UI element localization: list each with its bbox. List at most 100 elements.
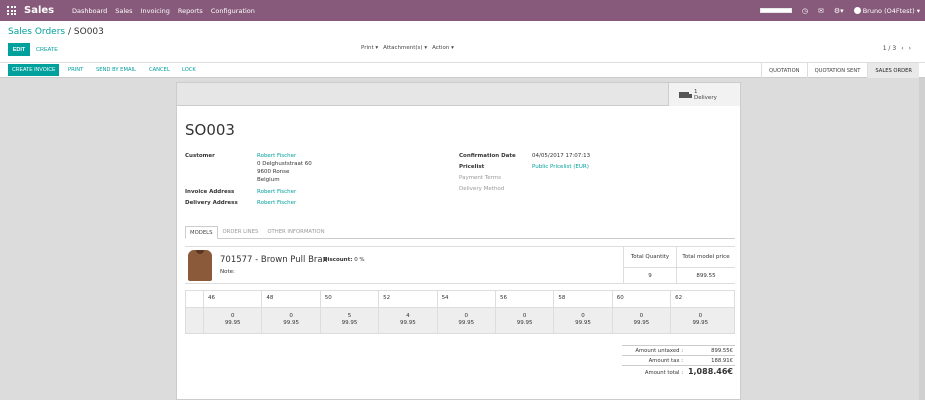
print-button[interactable]: PRINT — [68, 64, 83, 76]
total-quantity-value: 9 — [623, 267, 676, 284]
pager-next-icon[interactable]: › — [909, 45, 911, 52]
size-corner-cell — [186, 291, 204, 307]
stage-quotation[interactable]: QUOTATION — [761, 63, 807, 78]
send-by-email-button[interactable]: SEND BY EMAIL — [96, 64, 136, 76]
pricelist-value[interactable]: Public Pricelist (EUR) — [532, 163, 589, 171]
breadcrumb-separator: / — [67, 27, 72, 37]
pager-previous-icon[interactable]: ‹ — [901, 45, 903, 52]
user-menu[interactable]: Bruno (O4Ftest) ▾ — [853, 6, 920, 15]
size-price: 99.95 — [692, 320, 709, 326]
size-cell[interactable]: 0 99.95 — [438, 308, 496, 333]
menu-invoicing[interactable]: Invoicing — [141, 7, 170, 15]
size-price: 99.95 — [575, 320, 591, 326]
size-price: 99.95 — [283, 320, 299, 326]
settings-icon[interactable]: ⚙▾ — [834, 7, 844, 15]
size-header-row: 46 48 50 52 54 56 58 60 62 — [186, 291, 734, 307]
chat-icon[interactable]: ✉ — [818, 7, 824, 15]
avatar — [853, 7, 861, 14]
amount-untaxed-value: 899.55€ — [711, 348, 733, 354]
cancel-button[interactable]: CANCEL — [149, 64, 170, 76]
total-model-price-header: Total model price — [676, 247, 735, 267]
delivery-address-value[interactable]: Robert Fischer — [257, 199, 296, 207]
size-price: 99.95 — [399, 320, 416, 326]
print-dropdown[interactable]: Print ▾ — [361, 45, 378, 51]
user-name: Bruno (O4Ftest) — [862, 6, 915, 15]
product-row: 701577 - Brown Pull Brax Discount: 0 % N… — [185, 246, 735, 284]
size-price: 99.95 — [458, 320, 475, 326]
action-dropdown[interactable]: Action ▾ — [432, 45, 454, 51]
stage-quotation-sent[interactable]: QUOTATION SENT — [806, 63, 868, 78]
size-qty: 0 — [581, 313, 585, 319]
payment-terms-label: Payment Terms — [459, 175, 502, 181]
navbar-systray: ◷ ✉ ⚙▾ Bruno (O4Ftest) ▾ — [750, 0, 920, 21]
menu-sales[interactable]: Sales — [115, 7, 132, 15]
sidebar-dropdowns: Print ▾ Attachment(s) ▾ Action ▾ — [361, 45, 459, 51]
size-header: 46 — [204, 291, 263, 307]
breadcrumb-sales-orders[interactable]: Sales Orders — [8, 27, 65, 37]
invoice-address-value[interactable]: Robert Fischer — [257, 188, 296, 196]
amount-total-label: Amount total : — [644, 370, 683, 376]
amount-tax-label: Amount tax : — [648, 358, 683, 364]
delivery-method-label: Delivery Method — [459, 186, 505, 192]
delivery-address-label: Delivery Address — [185, 200, 238, 206]
size-cell[interactable]: 0 99.95 — [262, 308, 321, 333]
tab-other-information[interactable]: OTHER INFORMATION — [263, 226, 329, 239]
edit-button[interactable]: EDIT — [8, 43, 30, 56]
customer-name[interactable]: Robert Fischer — [257, 152, 312, 160]
order-totals: Amount untaxed : 899.55€ Amount tax : 18… — [622, 345, 735, 378]
size-qty: 0 — [639, 313, 644, 319]
size-cell[interactable]: 5 99.95 — [321, 308, 380, 333]
tab-order-lines[interactable]: ORDER LINES — [218, 226, 263, 239]
clock-icon[interactable]: ◷ — [802, 7, 808, 15]
delivery-smart-button[interactable]: 1 Delivery — [668, 83, 740, 106]
order-title: SO003 — [185, 121, 235, 139]
size-qty: 0 — [464, 313, 469, 319]
size-cell[interactable]: 0 99.95 — [613, 308, 672, 333]
customer-label: Customer — [185, 153, 215, 159]
amount-tax-value: 188.91€ — [711, 358, 733, 364]
size-header: 48 — [262, 291, 321, 307]
breadcrumb-current: SO003 — [73, 27, 104, 37]
size-header: 56 — [496, 291, 555, 307]
size-header: 52 — [379, 291, 438, 307]
size-qty: 4 — [406, 313, 410, 319]
truck-icon — [679, 91, 692, 98]
menu-configuration[interactable]: Configuration — [211, 7, 255, 15]
customer-address-line1: 0 Delghuststraat 60 — [257, 161, 312, 167]
attachments-dropdown[interactable]: Attachment(s) ▾ — [383, 45, 427, 51]
pager-value[interactable]: 1 / 3 — [883, 45, 896, 52]
lock-button[interactable]: LOCK — [182, 64, 196, 76]
discount-value: 0 % — [354, 257, 365, 263]
create-invoice-button[interactable]: CREATE INVOICE — [8, 64, 60, 76]
size-cell[interactable]: 0 99.95 — [671, 308, 729, 333]
size-qty: 5 — [347, 313, 352, 319]
app-grid-icon[interactable] — [7, 6, 16, 15]
menu-reports[interactable]: Reports — [178, 7, 203, 15]
size-qty: 0 — [230, 313, 235, 319]
customer-address-line3: Belgium — [257, 177, 280, 183]
menu-dashboard[interactable]: Dashboard — [72, 7, 107, 15]
customer-field: Robert Fischer 0 Delghuststraat 60 9600 … — [257, 152, 312, 184]
size-qty: 0 — [522, 313, 527, 319]
smart-button-box: 1 Delivery — [177, 83, 740, 106]
product-name: 701577 - Brown Pull Brax — [220, 255, 328, 265]
size-cell[interactable]: 4 99.95 — [379, 308, 438, 333]
amount-total-value: 1,088.46€ — [687, 367, 733, 376]
size-header: 60 — [613, 291, 672, 307]
amount-total-row: Amount total : 1,088.46€ — [622, 365, 735, 378]
top-navbar: Sales Dashboard Sales Invoicing Reports … — [0, 0, 925, 21]
page-scrollbar[interactable] — [919, 78, 925, 400]
size-cell[interactable]: 0 99.95 — [204, 308, 263, 333]
create-button[interactable]: CREATE — [36, 43, 58, 56]
main-menu: Dashboard Sales Invoicing Reports Config… — [72, 7, 263, 15]
size-cell[interactable]: 0 99.95 — [554, 308, 613, 333]
delivery-label: Delivery — [694, 94, 717, 101]
invoice-address-label: Invoice Address — [185, 189, 235, 195]
customer-address-line2: 9600 Ronse — [257, 169, 290, 175]
size-price: 99.95 — [633, 320, 650, 326]
size-cell[interactable]: 0 99.95 — [496, 308, 555, 333]
size-qty: 0 — [698, 313, 703, 319]
stage-sales-order[interactable]: SALES ORDER — [867, 63, 919, 78]
form-notebook-tabs: MODELS ORDER LINES OTHER INFORMATION — [185, 226, 735, 239]
tab-models[interactable]: MODELS — [185, 226, 219, 239]
